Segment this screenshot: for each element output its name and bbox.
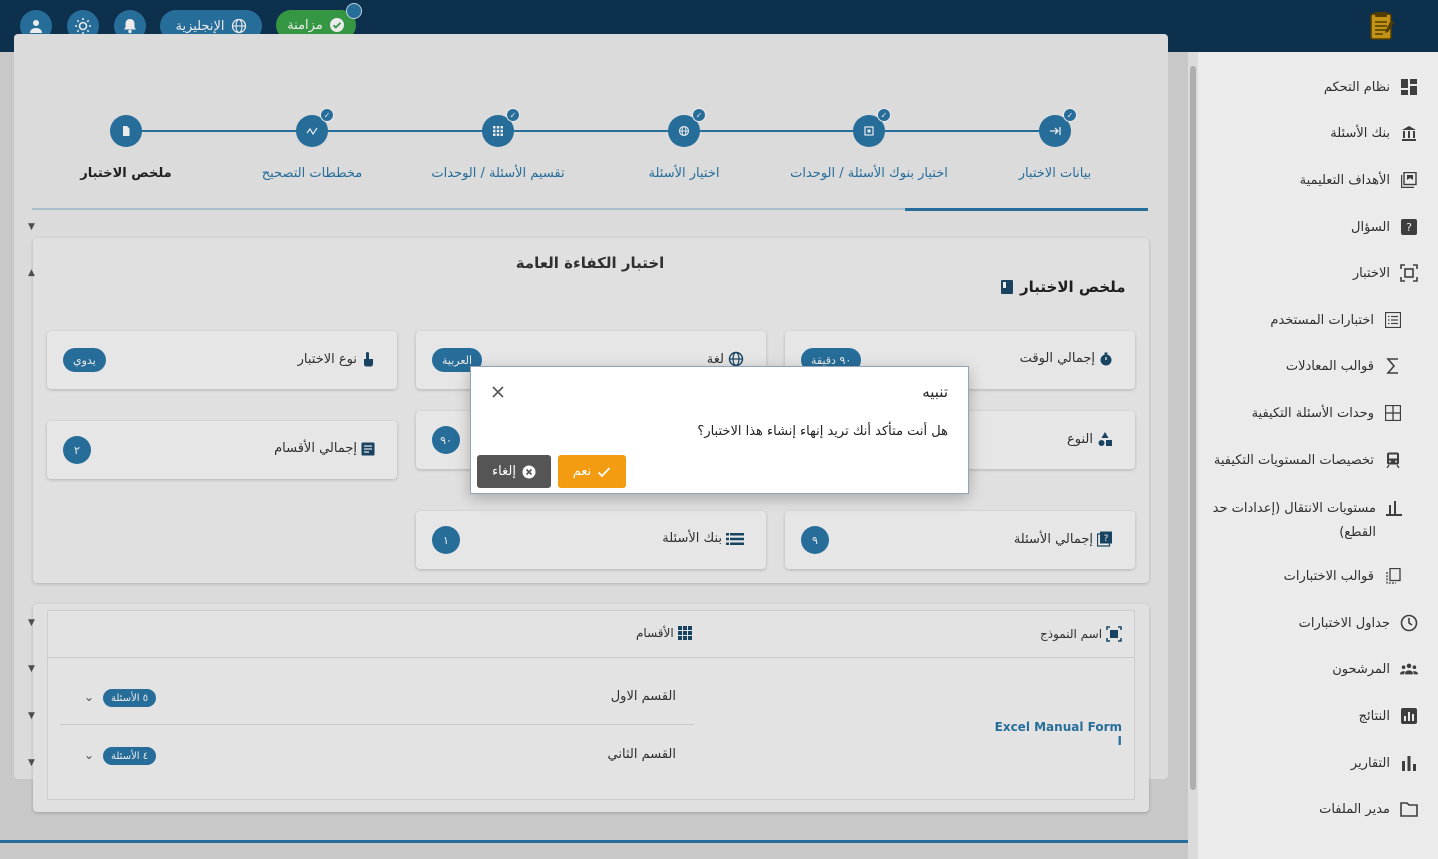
yes-label: نعم (572, 464, 592, 479)
cancel-label: إلغاء (492, 464, 516, 479)
dialog-message: هل أنت متأكد أنك تريد إنهاء إنشاء هذا ال… (697, 424, 948, 439)
cancel-button[interactable]: إلغاء (477, 455, 551, 488)
close-icon (492, 386, 504, 398)
dialog-close-button[interactable] (491, 385, 505, 399)
confirm-dialog: تنبيه هل أنت متأكد أنك تريد إنهاء إنشاء … (470, 366, 969, 494)
confirm-yes-button[interactable]: نعم (558, 455, 626, 488)
check-icon (598, 466, 611, 477)
dialog-title: تنبيه (922, 383, 948, 401)
close-circle-icon (522, 465, 536, 478)
